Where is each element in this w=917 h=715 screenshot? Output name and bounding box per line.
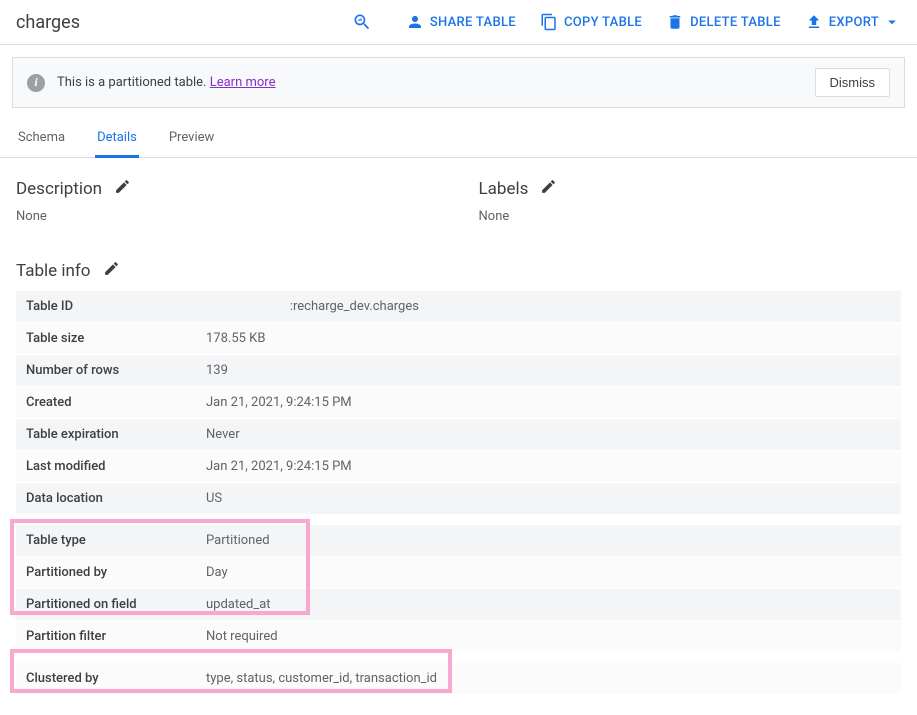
spacer (16, 653, 901, 663)
export-label: EXPORT (829, 15, 879, 30)
tab-schema[interactable]: Schema (16, 120, 67, 158)
tab-preview[interactable]: Preview (167, 120, 216, 158)
delete-icon (666, 13, 684, 31)
pencil-icon (114, 178, 131, 195)
spacer (16, 515, 901, 525)
share-icon (406, 13, 424, 31)
delete-label: DELETE TABLE (690, 15, 781, 30)
export-icon (805, 13, 823, 31)
copy-table-button[interactable]: COPY TABLE (540, 13, 642, 31)
row-partitioned-by: Partitioned by Day (16, 557, 901, 589)
edit-description-button[interactable] (114, 178, 131, 199)
info-icon: i (27, 74, 45, 92)
export-button[interactable]: EXPORT (805, 13, 901, 31)
row-partitioned-field: Partitioned on field updated_at (16, 589, 901, 621)
page-title: charges (16, 12, 348, 33)
row-clustered-by: Clustered by type, status, customer_id, … (16, 663, 901, 695)
row-partition-filter: Partition filter Not required (16, 621, 901, 653)
share-label: SHARE TABLE (430, 15, 516, 30)
labels-value: None (479, 209, 902, 224)
description-header: Description (16, 179, 102, 199)
edit-labels-button[interactable] (540, 178, 557, 199)
copy-label: COPY TABLE (564, 15, 642, 30)
table-info-section: Table info Table ID xxxxxxxxxxxxx:rechar… (16, 260, 901, 695)
chevron-down-icon (883, 13, 901, 31)
edit-table-info-button[interactable] (103, 260, 120, 281)
description-section: Description None (16, 178, 439, 224)
row-data-location: Data location US (16, 483, 901, 515)
row-table-id: Table ID xxxxxxxxxxxxx:recharge_dev.char… (16, 291, 901, 323)
delete-table-button[interactable]: DELETE TABLE (666, 13, 781, 31)
labels-header: Labels (479, 179, 529, 199)
query-table-button[interactable] (348, 8, 382, 36)
row-expiration: Table expiration Never (16, 419, 901, 451)
header-actions: SHARE TABLE COPY TABLE DELETE TABLE EXPO… (348, 8, 901, 36)
row-table-size: Table size 178.55 KB (16, 323, 901, 355)
notice-text: This is a partitioned table. Learn more (57, 75, 815, 90)
pencil-icon (103, 260, 120, 277)
dismiss-button[interactable]: Dismiss (815, 68, 891, 97)
copy-icon (540, 13, 558, 31)
learn-more-link[interactable]: Learn more (210, 75, 276, 90)
tabs: Schema Details Preview (0, 120, 917, 158)
page-header: charges SHARE TABLE COPY TABLE DELETE TA… (0, 0, 917, 45)
labels-section: Labels None (479, 178, 902, 224)
row-created: Created Jan 21, 2021, 9:24:15 PM (16, 387, 901, 419)
table-info-header: Table info (16, 261, 91, 281)
pencil-icon (540, 178, 557, 195)
info-rows: Table ID xxxxxxxxxxxxx:recharge_dev.char… (16, 291, 901, 695)
row-num-rows: Number of rows 139 (16, 355, 901, 387)
row-table-type: Table type Partitioned (16, 525, 901, 557)
query-icon (352, 12, 372, 32)
partition-notice: i This is a partitioned table. Learn mor… (12, 57, 905, 108)
content: Description None Labels None Table info (0, 158, 917, 715)
tab-details[interactable]: Details (95, 120, 139, 158)
row-last-modified: Last modified Jan 21, 2021, 9:24:15 PM (16, 451, 901, 483)
description-value: None (16, 209, 439, 224)
share-table-button[interactable]: SHARE TABLE (406, 13, 516, 31)
